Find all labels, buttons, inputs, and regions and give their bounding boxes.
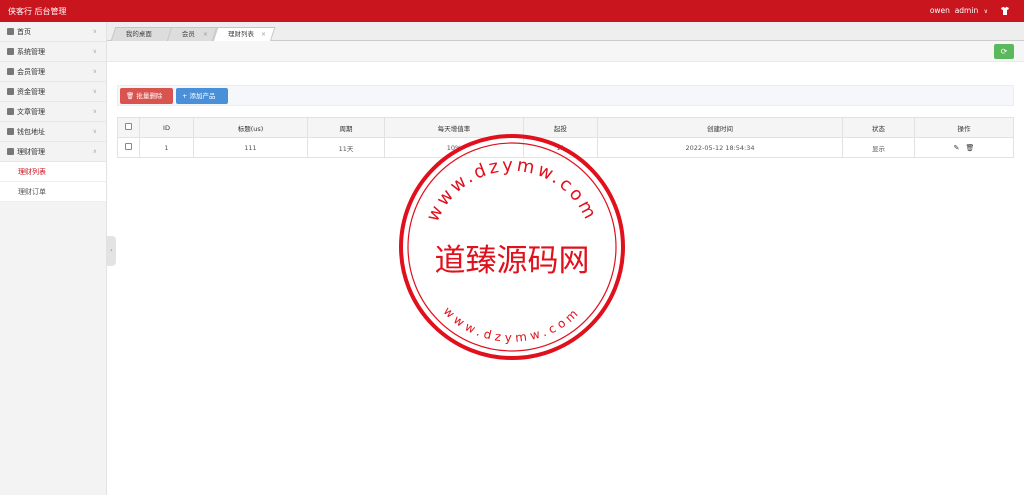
menu-item-icon — [7, 88, 14, 95]
top-bar: 侠客行 后台管理 owen admin ∨ — [0, 0, 1024, 22]
column-header[interactable]: ID — [139, 117, 194, 138]
cell-daily-rate: 10% — [384, 137, 524, 158]
user-menu[interactable]: owen admin ∨ — [930, 6, 988, 15]
tab-desktop[interactable]: 我的桌面 — [110, 27, 174, 41]
menu-item-icon — [7, 48, 14, 55]
chevron-down-icon: ∨ — [92, 128, 97, 135]
menu-item-icon — [7, 28, 14, 35]
close-icon[interactable]: × — [203, 28, 208, 41]
chevron-up-icon: ∧ — [92, 148, 97, 155]
cell-min-invest: 11 — [523, 137, 598, 158]
tab-label: 理财列表 — [228, 30, 254, 38]
sidebar-item-wallet[interactable]: 钱包地址 ∨ — [0, 122, 106, 142]
column-header[interactable]: 每天增值率 — [384, 117, 524, 138]
watermark-top-arc: www.dzymw.com — [422, 155, 601, 225]
column-header[interactable]: 状态 — [842, 117, 915, 138]
edit-icon[interactable]: ✎ — [954, 144, 960, 152]
table-row: 1 111 11天 10% 11 2022-05-12 18:54:34 显示 … — [117, 137, 1014, 158]
tab-members[interactable]: 会员 × — [166, 27, 218, 41]
watermark-center-text: 道臻源码网 — [435, 243, 590, 279]
menu-item-icon — [7, 68, 14, 75]
chevron-down-icon: ∨ — [92, 68, 97, 75]
add-product-button[interactable]: + 添加产品 — [176, 88, 228, 104]
watermark-stamp: www.dzymw.com 道臻源码网 www.dzymw.com — [399, 134, 625, 360]
sidebar: 首页 ∨ 系统管理 ∨ 会员管理 ∨ 资金管理 ∨ 文章管理 ∨ 钱包地址 ∨ … — [0, 22, 107, 495]
menu-item-icon — [7, 148, 14, 155]
column-header[interactable]: 标题(us) — [193, 117, 308, 138]
refresh-button[interactable]: ⟳ — [994, 44, 1014, 59]
cell-actions: ✎ 🗑 — [914, 137, 1014, 158]
cell-title: 111 — [193, 137, 308, 158]
sidebar-item-label: 钱包地址 — [17, 128, 45, 136]
column-header[interactable]: 创建时间 — [597, 117, 843, 138]
select-all-cell — [117, 117, 140, 138]
chevron-down-icon: ∨ — [92, 48, 97, 55]
tab-finance-list[interactable]: 理财列表 × — [212, 27, 276, 42]
menu-item-icon — [7, 108, 14, 115]
column-header: 操作 — [914, 117, 1014, 138]
cell-period: 11天 — [307, 137, 385, 158]
cell-id: 1 — [139, 137, 194, 158]
app-title: 侠客行 后台管理 — [8, 7, 67, 16]
theme-shirt-icon[interactable] — [1000, 6, 1010, 16]
cell-created: 2022-05-12 18:54:34 — [597, 137, 843, 158]
sidebar-item-label: 系统管理 — [17, 48, 45, 56]
sidebar-item-label: 首页 — [17, 28, 31, 36]
close-icon[interactable]: × — [261, 28, 266, 41]
sidebar-item-articles[interactable]: 文章管理 ∨ — [0, 102, 106, 122]
select-all-checkbox[interactable] — [125, 123, 132, 130]
button-label: 批量删除 — [136, 92, 163, 100]
sidebar-subitem-finance-orders[interactable]: 理财订单 — [0, 182, 106, 202]
sidebar-item-members[interactable]: 会员管理 ∨ — [0, 62, 106, 82]
sidebar-item-system[interactable]: 系统管理 ∨ — [0, 42, 106, 62]
column-header[interactable]: 起投 — [523, 117, 598, 138]
role-dropdown[interactable]: admin — [955, 6, 979, 15]
trash-icon[interactable]: 🗑 — [966, 144, 975, 152]
watermark-bottom-arc: www.dzymw.com — [441, 304, 584, 345]
tab-label: 会员 — [181, 30, 195, 38]
trash-icon: 🗑 — [126, 92, 135, 100]
row-select-cell — [117, 137, 140, 158]
sidebar-item-home[interactable]: 首页 ∨ — [0, 22, 106, 42]
action-bar: 🗑 批量删除 + 添加产品 — [117, 85, 1014, 106]
chevron-down-icon: ∨ — [92, 108, 97, 115]
chevron-down-icon: ∨ — [92, 28, 97, 35]
column-header[interactable]: 周期 — [307, 117, 385, 138]
tab-bar: 我的桌面 会员 × 理财列表 × — [107, 22, 1024, 42]
batch-delete-button[interactable]: 🗑 批量删除 — [120, 88, 173, 104]
table-header-row: ID 标题(us) 周期 每天增值率 起投 创建时间 状态 操作 — [117, 117, 1014, 138]
menu-item-icon — [7, 128, 14, 135]
finance-table: ID 标题(us) 周期 每天增值率 起投 创建时间 状态 操作 1 111 1… — [117, 117, 1014, 158]
sidebar-item-label: 资金管理 — [17, 88, 45, 96]
sidebar-subitem-finance-list[interactable]: 理财列表 — [0, 162, 106, 182]
sidebar-item-label: 理财管理 — [17, 148, 45, 156]
sidebar-item-label: 会员管理 — [17, 68, 45, 76]
status-badge[interactable]: 显示 — [842, 137, 915, 158]
row-checkbox[interactable] — [125, 143, 132, 150]
chevron-down-icon: ∨ — [983, 8, 988, 15]
sidebar-item-funds[interactable]: 资金管理 ∨ — [0, 82, 106, 102]
sidebar-collapse-handle[interactable]: ‹ — [107, 236, 116, 266]
sidebar-item-label: 文章管理 — [17, 108, 45, 116]
page-toolbar: ⟳ — [107, 41, 1024, 62]
username: owen — [929, 6, 950, 15]
chevron-down-icon: ∨ — [92, 88, 97, 95]
button-label: 添加产品 — [189, 92, 216, 100]
sidebar-item-finance[interactable]: 理财管理 ∧ — [0, 142, 106, 162]
tab-label: 我的桌面 — [125, 30, 152, 38]
plus-icon: + — [182, 92, 188, 100]
